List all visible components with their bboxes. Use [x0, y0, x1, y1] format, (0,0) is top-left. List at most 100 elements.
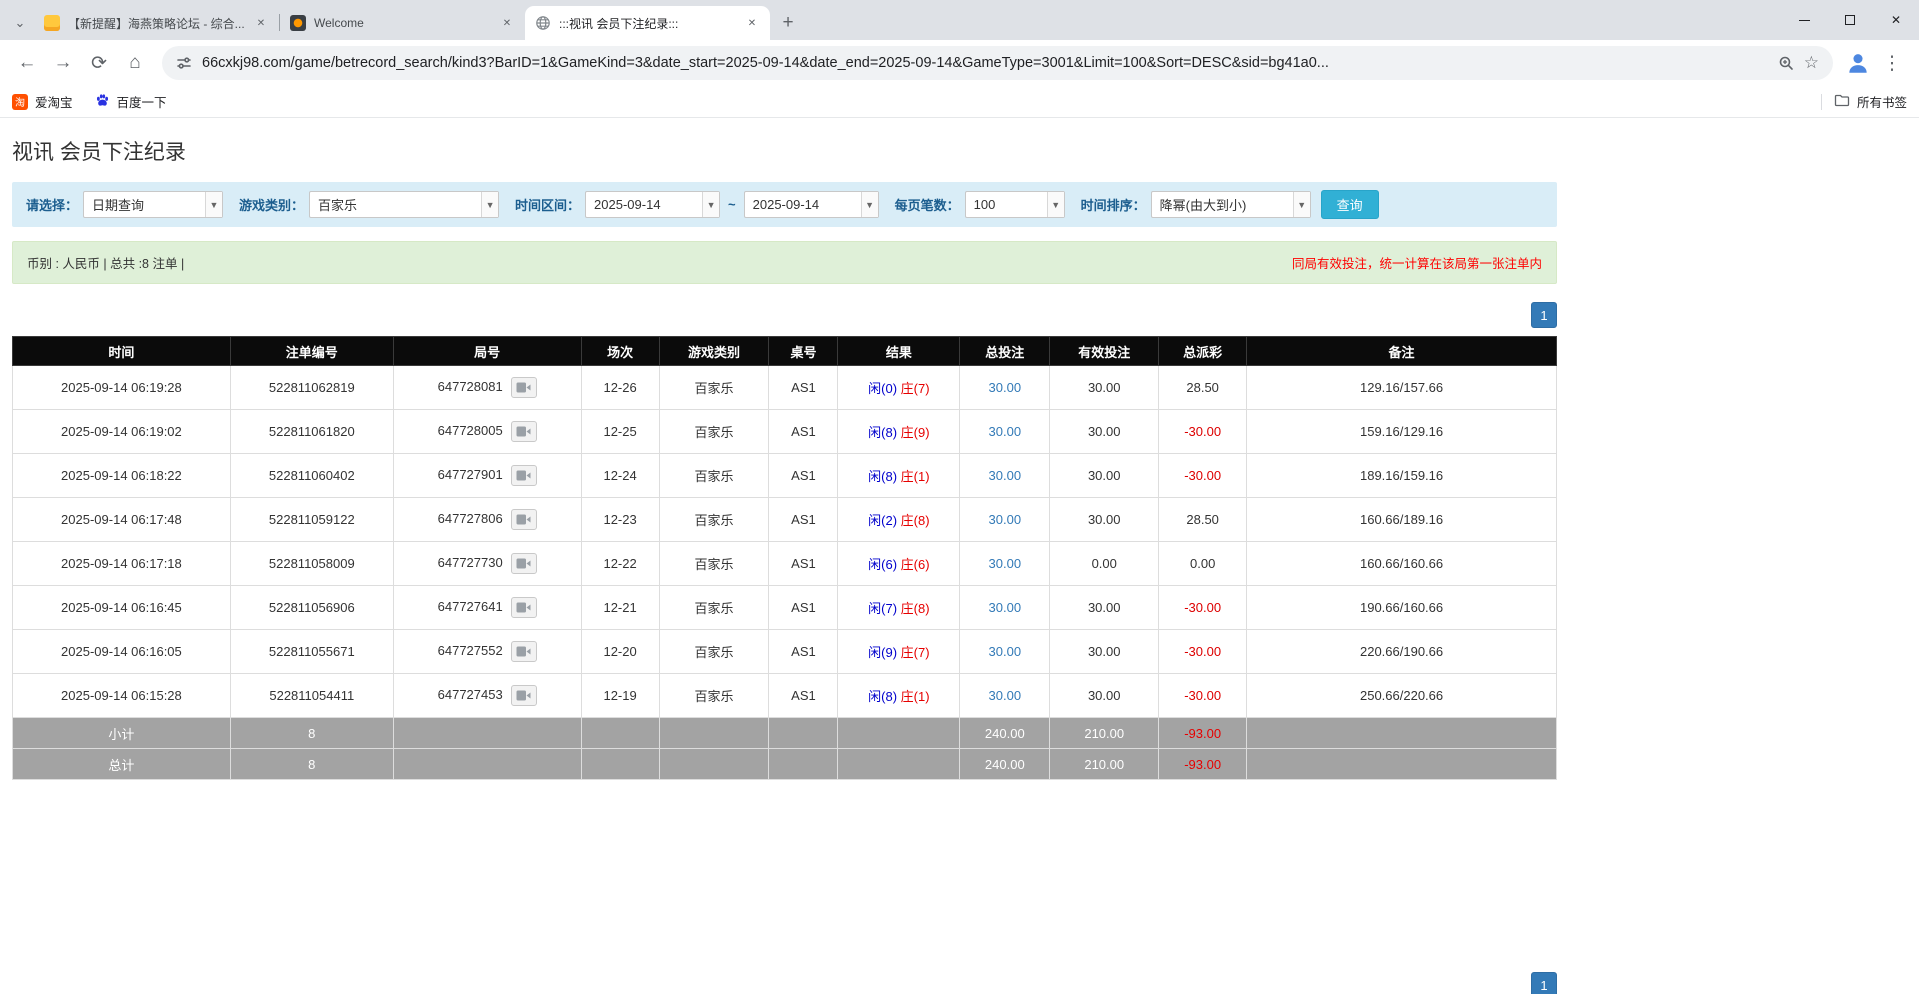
- cell-bet-id: 522811060402: [230, 454, 393, 498]
- tab-close-icon[interactable]: ✕: [744, 15, 760, 31]
- round-video-icon[interactable]: [511, 465, 537, 486]
- tab-close-icon[interactable]: ✕: [499, 15, 515, 31]
- cell-total-bet: 30.00: [960, 498, 1050, 542]
- round-video-icon[interactable]: [511, 685, 537, 706]
- round-video-icon[interactable]: [511, 377, 537, 398]
- round-video-icon[interactable]: [511, 421, 537, 442]
- back-button[interactable]: ←: [10, 46, 44, 80]
- cell-game-type: 百家乐: [659, 630, 769, 674]
- profile-avatar[interactable]: [1843, 48, 1873, 78]
- column-header: 有效投注: [1050, 337, 1159, 366]
- cell-payout: 28.50: [1159, 498, 1247, 542]
- round-video-icon[interactable]: [511, 509, 537, 530]
- column-header: 备注: [1247, 337, 1557, 366]
- cell-result: 闲(7) 庄(8): [838, 586, 960, 630]
- cell-remark: 189.16/159.16: [1247, 454, 1557, 498]
- cell-round-id: 647728005: [393, 410, 581, 454]
- cell-time: 2025-09-14 06:18:22: [13, 454, 231, 498]
- chevron-down-icon: ▼: [205, 192, 222, 217]
- cell-remark: 129.16/157.66: [1247, 366, 1557, 410]
- forward-button[interactable]: →: [46, 46, 80, 80]
- sum-cell: [581, 718, 659, 749]
- cell-round-id: 647727901: [393, 454, 581, 498]
- round-video-icon[interactable]: [511, 597, 537, 618]
- tab-close-icon[interactable]: ✕: [253, 15, 269, 31]
- page-1-button[interactable]: 1: [1531, 972, 1557, 994]
- total-bet-link[interactable]: 30.00: [989, 644, 1022, 659]
- minimize-button[interactable]: [1781, 0, 1827, 40]
- page-1-button[interactable]: 1: [1531, 302, 1557, 328]
- cell-session: 12-19: [581, 674, 659, 718]
- query-type-select[interactable]: 日期查询 ▼: [83, 191, 223, 218]
- cell-valid-bet: 30.00: [1050, 366, 1159, 410]
- bet-row: 2025-09-14 06:17:48522811059122647727806…: [13, 498, 1557, 542]
- sort-select[interactable]: 降幂(由大到小) ▼: [1151, 191, 1311, 218]
- cell-session: 12-23: [581, 498, 659, 542]
- cell-game-type: 百家乐: [659, 366, 769, 410]
- sum-cell: [393, 749, 581, 780]
- chevron-down-icon: ▼: [481, 192, 498, 217]
- cell-result: 闲(6) 庄(6): [838, 542, 960, 586]
- cell-valid-bet: 30.00: [1050, 630, 1159, 674]
- cell-total-bet: 30.00: [960, 410, 1050, 454]
- summary-info-bar: 币别 : 人民币 | 总共 :8 注单 | 同局有效投注，统一计算在该局第一张注…: [12, 241, 1557, 284]
- cell-total-bet: 30.00: [960, 454, 1050, 498]
- cell-time: 2025-09-14 06:16:45: [13, 586, 231, 630]
- tab-haiyan-forum[interactable]: 【新提醒】海燕策略论坛 - 综合... ✕: [34, 6, 279, 40]
- reload-button[interactable]: ⟳: [82, 46, 116, 80]
- bet-row: 2025-09-14 06:16:05522811055671647727552…: [13, 630, 1557, 674]
- url-bar[interactable]: 66cxkj98.com/game/betrecord_search/kind3…: [162, 46, 1833, 80]
- total-bet-link[interactable]: 30.00: [989, 380, 1022, 395]
- close-button[interactable]: ✕: [1873, 0, 1919, 40]
- total-bet-link[interactable]: 30.00: [989, 600, 1022, 615]
- maximize-button[interactable]: [1827, 0, 1873, 40]
- cell-time: 2025-09-14 06:17:18: [13, 542, 231, 586]
- bookmark-baidu[interactable]: 百度一下: [95, 92, 167, 111]
- tab-favicon-welcome: [290, 15, 306, 31]
- tab-title: :::视讯 会员下注纪录:::: [559, 15, 736, 32]
- cell-payout: -30.00: [1159, 630, 1247, 674]
- total-row: 总计8240.00210.00-93.00: [13, 749, 1557, 780]
- cell-remark: 250.66/220.66: [1247, 674, 1557, 718]
- page-size-select[interactable]: 100 ▼: [965, 191, 1065, 218]
- new-tab-button[interactable]: +: [774, 9, 802, 37]
- bookmark-label: 百度一下: [117, 92, 167, 111]
- column-header: 局号: [393, 337, 581, 366]
- cell-remark: 159.16/129.16: [1247, 410, 1557, 454]
- all-bookmarks-button[interactable]: 所有书签: [1834, 92, 1907, 111]
- site-info-icon[interactable]: [176, 55, 192, 71]
- sum-cell: [581, 749, 659, 780]
- sum-cell: [838, 749, 960, 780]
- date-end-select[interactable]: 2025-09-14 ▼: [744, 191, 879, 218]
- tab-betrecord-active[interactable]: :::视讯 会员下注纪录::: ✕: [525, 6, 770, 40]
- date-start-select[interactable]: 2025-09-14 ▼: [585, 191, 720, 218]
- result-banker: 庄(6): [901, 557, 930, 572]
- chevron-down-icon: ▼: [1047, 192, 1064, 217]
- total-bet-link[interactable]: 30.00: [989, 556, 1022, 571]
- sum-cell: 210.00: [1050, 749, 1159, 780]
- url-text[interactable]: 66cxkj98.com/game/betrecord_search/kind3…: [202, 55, 1768, 71]
- zoom-icon[interactable]: [1778, 55, 1794, 71]
- menu-icon[interactable]: ⋮: [1875, 46, 1909, 80]
- bookmark-aitaobao[interactable]: 淘 爱淘宝: [12, 92, 73, 111]
- total-bet-link[interactable]: 30.00: [989, 468, 1022, 483]
- bookmark-star-icon[interactable]: ☆: [1804, 53, 1819, 73]
- sum-cell: [769, 749, 838, 780]
- bet-row: 2025-09-14 06:16:45522811056906647727641…: [13, 586, 1557, 630]
- result-player: 闲(8): [868, 689, 897, 704]
- home-button[interactable]: ⌂: [118, 46, 152, 80]
- tab-welcome[interactable]: Welcome ✕: [280, 6, 525, 40]
- cell-game-type: 百家乐: [659, 542, 769, 586]
- round-video-icon[interactable]: [511, 641, 537, 662]
- game-kind-select[interactable]: 百家乐 ▼: [309, 191, 499, 218]
- total-bet-link[interactable]: 30.00: [989, 688, 1022, 703]
- total-bet-link[interactable]: 30.00: [989, 512, 1022, 527]
- round-video-icon[interactable]: [511, 553, 537, 574]
- tab-search-chevron-icon[interactable]: ⌄: [6, 6, 34, 40]
- total-bet-link[interactable]: 30.00: [989, 424, 1022, 439]
- round-number: 647728081: [438, 379, 503, 394]
- pagination-top: 1: [12, 302, 1557, 328]
- cell-round-id: 647727453: [393, 674, 581, 718]
- search-button[interactable]: 查询: [1321, 190, 1379, 219]
- globe-icon: [535, 15, 551, 31]
